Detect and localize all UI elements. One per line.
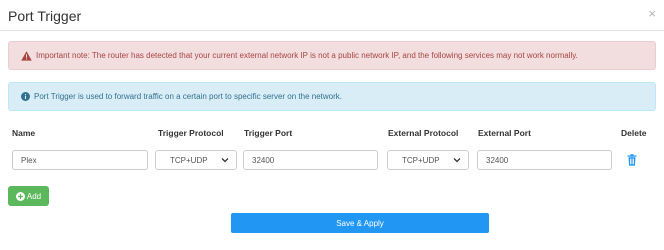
- add-button[interactable]: Add: [8, 186, 49, 206]
- info-text: Port Trigger is used to forward traffic …: [34, 92, 342, 101]
- trigger-protocol-value: TCP+UDP: [170, 155, 208, 165]
- header-external-protocol: External Protocol: [388, 128, 459, 138]
- header-trigger-protocol: Trigger Protocol: [158, 128, 224, 138]
- header-trigger-port: Trigger Port: [244, 128, 293, 138]
- header-external-port: External Port: [478, 128, 531, 138]
- info-circle-icon: [21, 92, 30, 101]
- warning-text: Important note: The router has detected …: [36, 51, 578, 60]
- trigger-port-input[interactable]: 32400: [243, 150, 378, 170]
- chevron-down-icon: [221, 156, 229, 166]
- warning-alert: Important note: The router has detected …: [8, 41, 656, 70]
- port-trigger-dialog: Port Trigger × Important note: The route…: [0, 0, 664, 250]
- dialog-title: Port Trigger: [8, 8, 82, 24]
- chevron-down-icon: [453, 156, 461, 166]
- header-delete: Delete: [621, 128, 647, 138]
- trash-icon[interactable]: [627, 153, 637, 171]
- external-protocol-value: TCP+UDP: [402, 155, 440, 165]
- save-apply-button[interactable]: Save & Apply: [231, 213, 489, 233]
- add-button-label: Add: [26, 191, 42, 201]
- close-icon[interactable]: ×: [648, 7, 656, 21]
- warning-triangle-icon: [21, 50, 32, 61]
- info-alert: Port Trigger is used to forward traffic …: [8, 82, 656, 111]
- trigger-protocol-select[interactable]: TCP+UDP: [155, 150, 237, 170]
- header-name: Name: [12, 128, 36, 138]
- header-divider: [0, 30, 664, 31]
- name-input[interactable]: Plex: [12, 150, 148, 170]
- plus-circle-icon: [15, 191, 25, 201]
- external-port-input[interactable]: 32400: [477, 150, 612, 170]
- external-protocol-select[interactable]: TCP+UDP: [387, 150, 469, 170]
